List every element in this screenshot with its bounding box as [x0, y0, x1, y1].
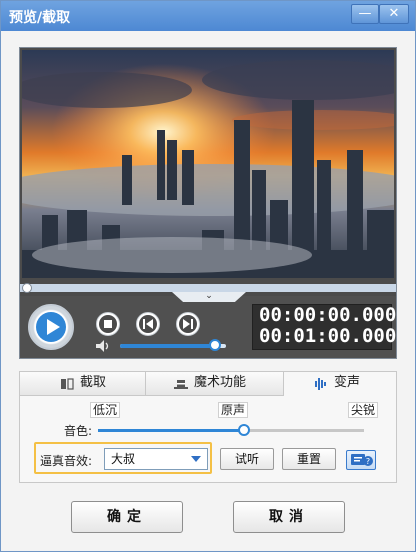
- play-button[interactable]: [28, 304, 74, 350]
- next-frame-button[interactable]: [176, 312, 200, 336]
- previous-frame-button[interactable]: [136, 312, 160, 336]
- effect-select[interactable]: 大叔: [104, 448, 208, 470]
- ok-label: 确定: [107, 509, 147, 525]
- total-time: 00:01:00.000: [259, 325, 397, 347]
- tab-crop[interactable]: 截取: [20, 372, 146, 396]
- preview-dialog: 预览/截取 — ✕ ⌄ 00:00:00.000 00:01:00.000 截取…: [0, 0, 416, 552]
- cancel-label: 取消: [269, 509, 309, 525]
- effect-label: 逼真音效:: [40, 454, 93, 468]
- current-time: 00:00:00.000: [259, 304, 397, 326]
- voice-wave-icon: [315, 378, 326, 390]
- tab-magic-label: 魔术功能: [194, 375, 247, 390]
- svg-text:?: ?: [366, 457, 370, 466]
- magic-hat-icon: [174, 380, 188, 389]
- stop-icon: [99, 315, 117, 333]
- tab-magic[interactable]: 魔术功能: [146, 372, 284, 396]
- effect-selected-value: 大叔: [111, 452, 136, 466]
- reset-button[interactable]: 重置: [282, 448, 336, 470]
- tab-crop-label: 截取: [80, 375, 107, 390]
- collapse-toggle[interactable]: ⌄: [172, 292, 246, 302]
- window-title: 预览/截取: [9, 10, 71, 26]
- listen-button[interactable]: 试听: [220, 448, 274, 470]
- tone-slider[interactable]: [98, 429, 364, 432]
- reset-label: 重置: [296, 452, 321, 466]
- tab-strip: 截取 魔术功能 变声: [20, 372, 396, 396]
- close-button[interactable]: ✕: [379, 4, 409, 24]
- listen-label: 试听: [234, 452, 259, 466]
- pitch-high-label: 尖锐: [348, 402, 379, 418]
- help-button[interactable]: ?: [346, 450, 376, 470]
- volume-icon[interactable]: [96, 340, 110, 352]
- time-display: 00:00:00.000 00:01:00.000: [252, 304, 397, 350]
- title-bar: 预览/截取 — ✕: [1, 1, 415, 31]
- chevron-down-icon: ⌄: [205, 291, 213, 301]
- ok-button[interactable]: 确定: [71, 501, 183, 533]
- tab-voice-label: 变声: [334, 375, 361, 390]
- tone-fill: [98, 429, 245, 432]
- minimize-icon: —: [358, 6, 372, 21]
- effects-panel: 截取 魔术功能 变声 低沉 原声 尖锐 音色: 逼真音效: 大叔 试听 重置 ?: [19, 371, 397, 483]
- seek-handle[interactable]: [22, 283, 32, 293]
- seek-bar[interactable]: [20, 284, 396, 292]
- play-icon: [36, 312, 66, 342]
- cancel-button[interactable]: 取消: [233, 501, 345, 533]
- minimize-button[interactable]: —: [351, 4, 379, 24]
- dropdown-arrow-icon: [191, 456, 201, 462]
- step-forward-icon: [179, 315, 197, 333]
- video-preview: [22, 50, 394, 278]
- pitch-low-label: 低沉: [90, 402, 121, 418]
- volume-fill: [120, 344, 216, 348]
- close-icon: ✕: [388, 6, 400, 21]
- step-back-icon: [139, 315, 157, 333]
- crop-icon: [61, 378, 74, 390]
- pitch-original-label: 原声: [218, 402, 249, 418]
- tone-handle[interactable]: [238, 424, 251, 436]
- video-player: ⌄ 00:00:00.000 00:01:00.000: [19, 47, 397, 359]
- tone-label: 音色:: [64, 424, 93, 438]
- help-icon: ?: [351, 454, 373, 466]
- tab-voice[interactable]: 变声: [284, 372, 396, 396]
- stop-button[interactable]: [96, 312, 120, 336]
